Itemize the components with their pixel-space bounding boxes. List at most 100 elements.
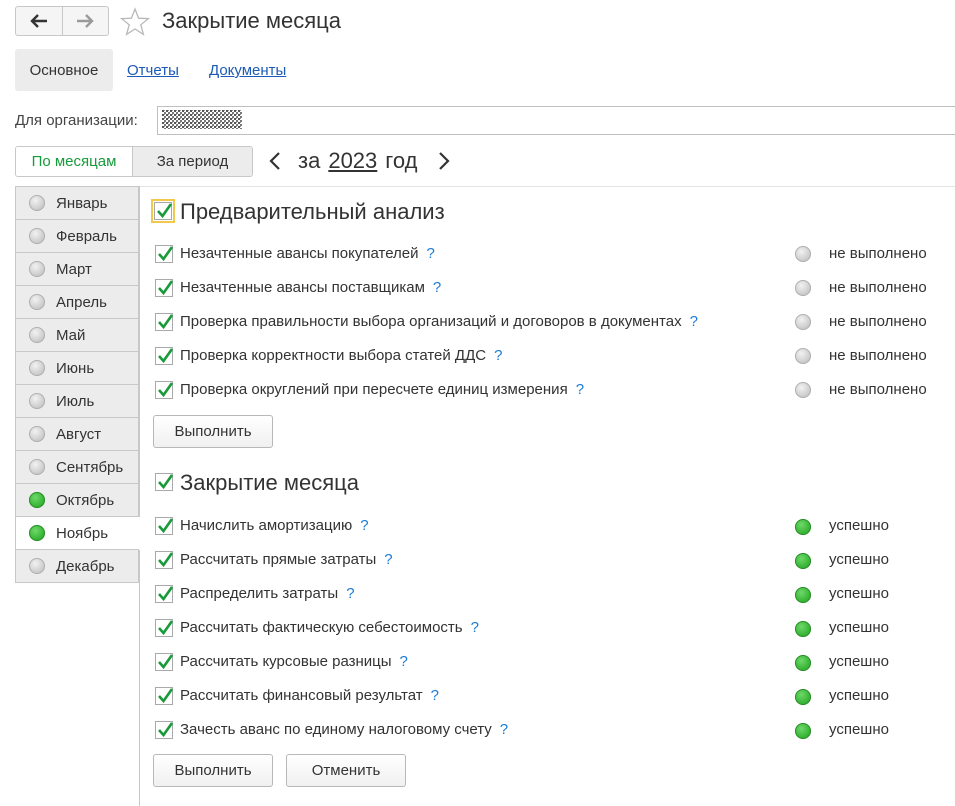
preliminary-section-checkbox[interactable] <box>151 199 175 223</box>
help-link[interactable]: ? <box>346 585 354 602</box>
month-item[interactable]: Декабрь <box>15 550 139 583</box>
item-checkbox[interactable] <box>155 381 173 399</box>
closing-section-title: Закрытие месяца <box>180 470 360 495</box>
month-item[interactable]: Январь <box>15 186 139 220</box>
item-status: не выполнено <box>829 245 927 262</box>
history-nav <box>15 6 109 36</box>
year-link[interactable]: 2023 <box>328 148 377 174</box>
run-preliminary-button[interactable]: Выполнить <box>153 415 273 448</box>
chevron-left-icon <box>269 152 280 170</box>
checkmark-icon <box>158 280 173 296</box>
month-item[interactable]: Сентябрь <box>15 451 139 484</box>
status-dot-icon <box>29 393 45 409</box>
item-checkbox[interactable] <box>155 653 173 671</box>
help-link[interactable]: ? <box>384 551 392 568</box>
arrow-right-icon <box>77 14 94 28</box>
month-label: Июнь <box>56 359 95 377</box>
month-item-selected[interactable]: Ноябрь <box>15 517 140 550</box>
item-checkbox[interactable] <box>155 619 173 637</box>
cancel-closing-button[interactable]: Отменить <box>286 754 406 787</box>
help-link[interactable]: ? <box>433 279 441 296</box>
month-label: Сентябрь <box>56 458 124 476</box>
month-item[interactable]: Май <box>15 319 139 352</box>
item-label: Рассчитать фактическую себестоимость <box>180 619 463 636</box>
organization-field[interactable] <box>157 106 955 135</box>
checkmark-icon <box>158 382 173 398</box>
item-status: не выполнено <box>829 313 927 330</box>
status-dot-icon <box>795 348 811 364</box>
back-button[interactable] <box>16 7 62 35</box>
star-icon[interactable] <box>120 7 150 37</box>
check-item: Незачтенные авансы поставщикам? <box>180 279 441 296</box>
by-period-button[interactable]: За период <box>133 147 252 176</box>
item-checkbox[interactable] <box>155 687 173 705</box>
status-dot-icon <box>795 246 811 262</box>
help-link[interactable]: ? <box>427 245 435 262</box>
check-item: Проверка округлений при пересчете единиц… <box>180 381 584 398</box>
status-dot-icon <box>29 360 45 376</box>
prev-year-button[interactable] <box>266 147 284 175</box>
help-link[interactable]: ? <box>494 347 502 364</box>
check-item: Рассчитать курсовые разницы? <box>180 653 408 670</box>
item-checkbox[interactable] <box>155 245 173 263</box>
help-link[interactable]: ? <box>431 687 439 704</box>
by-months-button[interactable]: По месяцам <box>16 147 133 176</box>
item-checkbox[interactable] <box>155 347 173 365</box>
month-item[interactable]: Март <box>15 253 139 286</box>
check-item: Незачтенные авансы покупателей? <box>180 245 435 262</box>
check-item: Рассчитать прямые затраты? <box>180 551 393 568</box>
preliminary-section-title: Предварительный анализ <box>180 199 445 224</box>
run-closing-button[interactable]: Выполнить <box>153 754 273 787</box>
status-dot-icon <box>795 280 811 296</box>
item-checkbox[interactable] <box>155 313 173 331</box>
status-dot-icon <box>795 519 811 535</box>
status-dot-icon <box>29 558 45 574</box>
month-item[interactable]: Июль <box>15 385 139 418</box>
forward-button[interactable] <box>61 7 109 35</box>
tab-main[interactable]: Основное <box>15 49 113 91</box>
help-link[interactable]: ? <box>471 619 479 636</box>
item-checkbox[interactable] <box>155 517 173 535</box>
item-checkbox[interactable] <box>155 279 173 297</box>
help-link[interactable]: ? <box>690 313 698 330</box>
month-item[interactable]: Февраль <box>15 220 139 253</box>
month-item[interactable]: Июнь <box>15 352 139 385</box>
tab-documents[interactable]: Документы <box>209 62 286 79</box>
check-item: Проверка корректности выбора статей ДДС? <box>180 347 502 364</box>
month-label: Декабрь <box>56 557 115 575</box>
month-item[interactable]: Октябрь <box>15 484 139 517</box>
period-selector: за 2023 год <box>266 147 453 175</box>
closing-section-checkbox[interactable] <box>155 473 173 491</box>
month-label: Апрель <box>56 293 107 311</box>
status-dot-icon <box>795 587 811 603</box>
next-year-button[interactable] <box>435 147 453 175</box>
status-dot-icon <box>29 294 45 310</box>
month-label: Февраль <box>56 227 117 245</box>
help-link[interactable]: ? <box>360 517 368 534</box>
status-dot-icon <box>29 492 45 508</box>
checkmark-icon <box>158 348 173 364</box>
checkmark-icon <box>158 722 173 738</box>
item-checkbox[interactable] <box>155 585 173 603</box>
status-dot-icon <box>29 459 45 475</box>
month-label: Январь <box>56 194 108 212</box>
tab-reports[interactable]: Отчеты <box>127 62 179 79</box>
check-item: Зачесть аванс по единому налоговому счет… <box>180 721 508 738</box>
item-checkbox[interactable] <box>155 721 173 739</box>
help-link[interactable]: ? <box>500 721 508 738</box>
period-mode-switch: По месяцам За период <box>15 146 253 177</box>
item-label: Рассчитать финансовый результат <box>180 687 423 704</box>
month-item[interactable]: Август <box>15 418 139 451</box>
checkmark-icon <box>158 654 173 670</box>
item-status: не выполнено <box>829 381 927 398</box>
item-label: Проверка округлений при пересчете единиц… <box>180 381 568 398</box>
month-item[interactable]: Апрель <box>15 286 139 319</box>
item-checkbox[interactable] <box>155 551 173 569</box>
check-item: Начислить амортизацию? <box>180 517 369 534</box>
help-link[interactable]: ? <box>400 653 408 670</box>
checkmark-icon <box>158 586 173 602</box>
help-link[interactable]: ? <box>576 381 584 398</box>
item-label: Зачесть аванс по единому налоговому счет… <box>180 721 492 738</box>
status-dot-icon <box>29 261 45 277</box>
page-title: Закрытие месяца <box>162 8 342 33</box>
